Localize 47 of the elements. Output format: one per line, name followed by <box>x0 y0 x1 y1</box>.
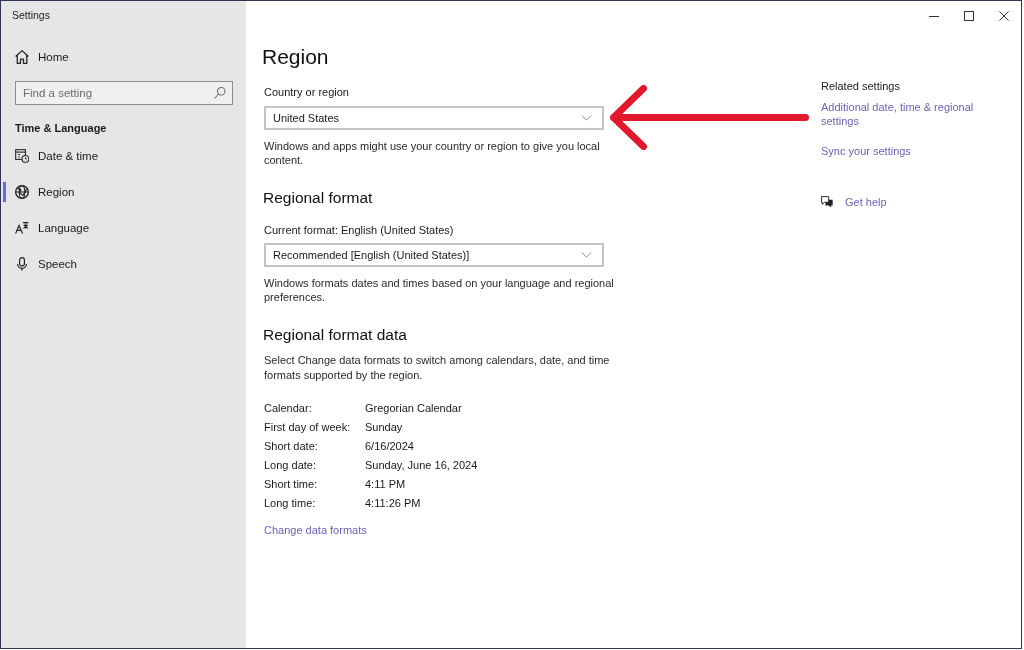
speech-bubbles-icon <box>821 196 833 208</box>
field-label: Current format: English (United States) <box>264 223 454 238</box>
related-link[interactable]: Sync your settings <box>821 144 911 158</box>
page-title: Region <box>262 44 329 70</box>
change-formats-link[interactable]: Change data formats <box>264 522 367 538</box>
sidebar-item[interactable]: Date & time <box>3 146 246 166</box>
data-value: Sunday, June 16, 2024 <box>365 457 478 473</box>
data-value: 4:11 PM <box>365 476 407 492</box>
chevron-down-icon <box>581 252 592 258</box>
data-value: Sunday <box>365 419 404 435</box>
data-label: Long time: <box>264 495 317 511</box>
search-field[interactable]: Find a setting <box>15 81 233 105</box>
sidebar-item[interactable]: Speech <box>3 254 246 274</box>
sidebar-item[interactable]: Region <box>3 182 246 202</box>
microphone-icon <box>15 257 29 271</box>
section-title: Time & Language <box>15 121 107 136</box>
section-heading: Regional format <box>263 188 373 208</box>
calendar-clock-icon <box>15 149 29 163</box>
field-label: Country or region <box>264 85 349 100</box>
section-heading: Regional format data <box>263 325 407 345</box>
data-label: Short time: <box>264 476 319 492</box>
description-text: Windows formats dates and times based on your language and regional preferences. <box>264 276 614 304</box>
get-help-link[interactable]: Get help <box>845 194 887 210</box>
related-link[interactable]: Additional date, time & regional settings <box>821 100 1006 128</box>
description-text: Windows and apps might use your country or region to give you local content. <box>264 139 601 167</box>
globe-icon <box>15 185 29 199</box>
close-icon <box>998 11 1009 21</box>
data-value: 6/16/2024 <box>365 438 415 454</box>
data-value: Gregorian Calendar <box>365 400 463 416</box>
language-icon <box>15 222 29 234</box>
chevron-down-icon <box>581 115 592 121</box>
description-text: Select Change data formats to switch among calendars, date, and time formats supported by the region. <box>264 353 611 383</box>
data-label: First day of week: <box>264 419 352 435</box>
minimize-icon <box>928 15 939 17</box>
data-label: Calendar: <box>264 400 313 416</box>
data-value: 4:11:26 PM <box>365 495 422 511</box>
data-label: Long date: <box>264 457 317 473</box>
sidebar-item[interactable]: Language <box>3 218 246 238</box>
maximize-icon <box>963 11 974 21</box>
window-title: Settings <box>11 8 50 23</box>
home-icon <box>15 50 29 64</box>
search-icon <box>214 87 226 99</box>
format-dropdown[interactable]: Recommended [English (United States)] <box>264 243 604 267</box>
country-dropdown[interactable]: United States <box>264 106 604 130</box>
home-nav-item[interactable]: Home <box>1 39 244 75</box>
related-heading: Related settings <box>821 79 900 94</box>
data-label: Short date: <box>264 438 319 454</box>
